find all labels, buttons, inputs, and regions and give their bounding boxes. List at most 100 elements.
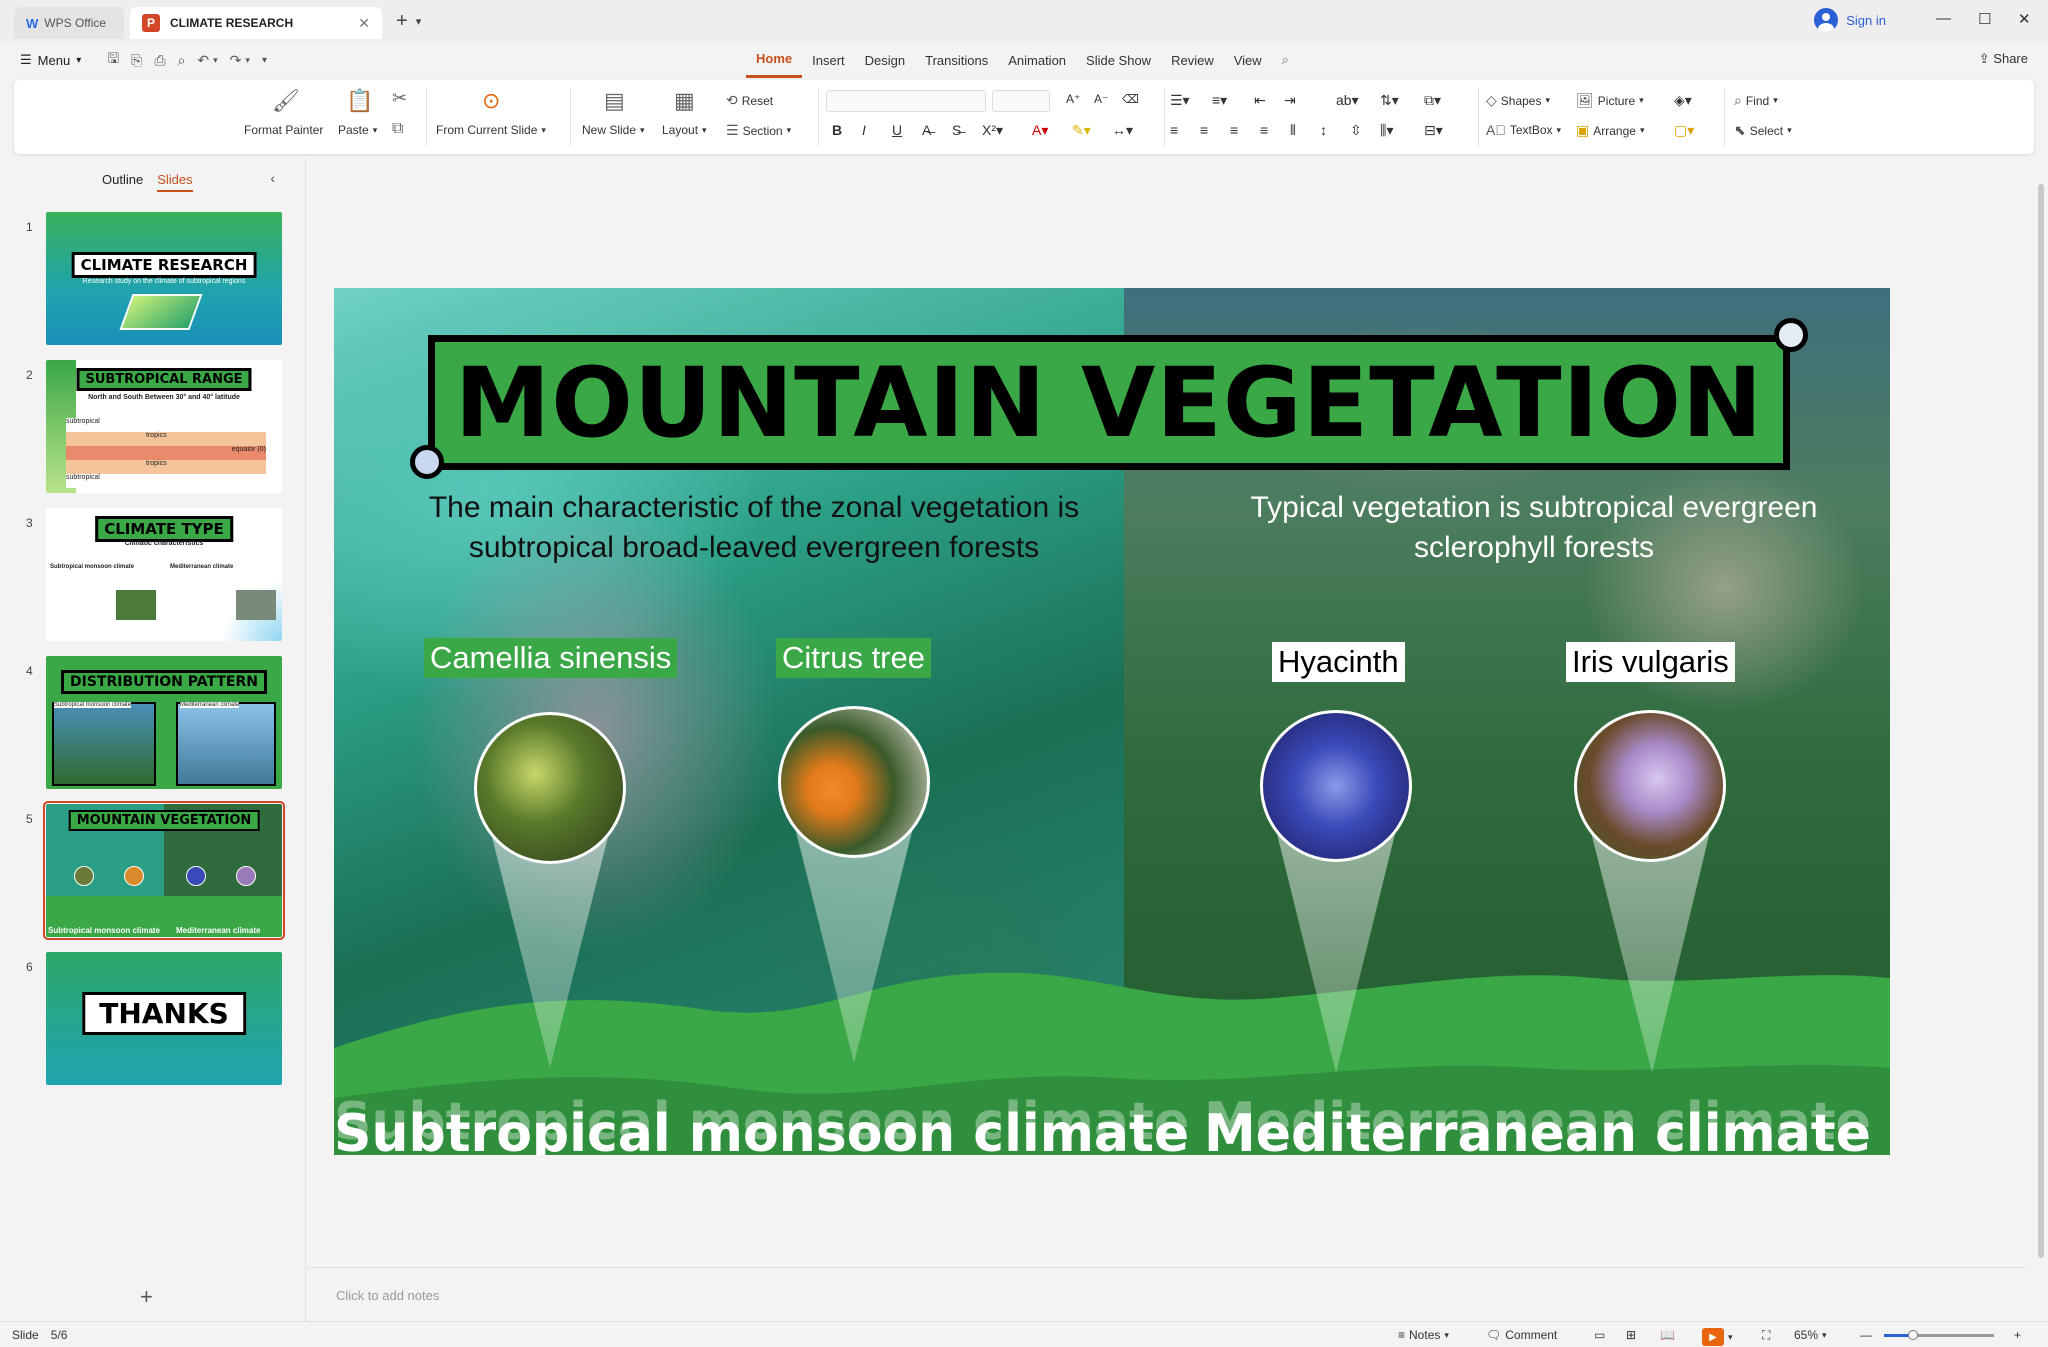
bullets-icon[interactable]: ☰▾	[1170, 92, 1190, 109]
wps-office-tab[interactable]: W WPS Office	[14, 7, 124, 39]
slide-thumbnail-5[interactable]: MOUNTAIN VEGETATION Subtropical monsoon …	[43, 801, 285, 940]
tab-design[interactable]: Design	[855, 42, 915, 78]
iris-photo[interactable]	[1574, 710, 1726, 862]
sign-in-button[interactable]: Sign in	[1814, 8, 1886, 32]
redo-icon[interactable]: ↷	[230, 52, 242, 69]
numbering-icon[interactable]: ≡▾	[1212, 92, 1227, 109]
outline-color-icon[interactable]: ▢▾	[1674, 122, 1694, 139]
cut-icon[interactable]: ✂	[392, 88, 407, 109]
tab-animation[interactable]: Animation	[998, 42, 1076, 78]
slide-thumbnail-4[interactable]: DISTRIBUTION PATTERN Subtropical monsoon…	[46, 656, 282, 789]
paragraph-spacing-icon[interactable]: ⇳	[1350, 122, 1362, 139]
redo-chevron-icon[interactable]: ▾	[245, 55, 250, 66]
tab-outline[interactable]: Outline	[102, 172, 143, 192]
shadow-text-icon[interactable]: S̶	[952, 122, 961, 138]
paste-icon[interactable]: 📋	[346, 88, 373, 114]
vertical-scrollbar[interactable]	[2034, 158, 2048, 1321]
slide-title-box[interactable]: MOUNTAIN VEGETATION	[428, 335, 1790, 470]
plant-label-citrus[interactable]: Citrus tree	[776, 638, 931, 678]
customize-toolbar-chevron-icon[interactable]: ▾	[262, 55, 267, 66]
print-icon[interactable]: ⎙	[154, 52, 165, 69]
collapse-panel-chevron-icon[interactable]: ‹	[270, 170, 275, 186]
decrease-indent-icon[interactable]: ⇤	[1254, 92, 1266, 109]
search-icon[interactable]: ⌕	[1272, 42, 1299, 78]
character-spacing-icon[interactable]: ↔▾	[1112, 122, 1133, 139]
play-slideshow-button[interactable]: ▶ ▾	[1702, 1328, 1733, 1346]
tab-slide-show[interactable]: Slide Show	[1076, 42, 1161, 78]
tab-list-chevron-down-icon[interactable]: ▾	[416, 15, 422, 28]
normal-view-icon[interactable]: ▭	[1594, 1328, 1605, 1342]
close-tab-icon[interactable]: ✕	[358, 15, 370, 32]
slide-sorter-icon[interactable]: ⊞	[1626, 1328, 1636, 1342]
plant-label-camellia[interactable]: Camellia sinensis	[424, 638, 678, 678]
reading-view-icon[interactable]: 📖	[1660, 1328, 1675, 1342]
sort-icon[interactable]: ⇅▾	[1380, 92, 1399, 109]
zoom-level-select[interactable]: 65% ▾	[1794, 1328, 1827, 1342]
tab-view[interactable]: View	[1224, 42, 1272, 78]
textbox-button[interactable]: A⃞ TextBox ▾	[1486, 122, 1561, 138]
print-preview-icon[interactable]: ⌕	[178, 52, 186, 69]
distribute-icon[interactable]: ⫴	[1290, 122, 1296, 139]
undo-chevron-icon[interactable]: ▾	[213, 55, 218, 66]
plant-label-hyacinth[interactable]: Hyacinth	[1272, 642, 1405, 682]
format-painter-button[interactable]: Format Painter	[244, 123, 323, 137]
convert-to-smartart-icon[interactable]: ⧉▾	[1424, 92, 1441, 109]
tab-insert[interactable]: Insert	[802, 42, 855, 78]
share-button[interactable]: ⇪ Share	[1979, 51, 2028, 67]
zoom-out-icon[interactable]: —	[1860, 1328, 1872, 1342]
minimize-window-icon[interactable]: —	[1936, 10, 1951, 27]
notes-placeholder[interactable]: Click to add notes	[336, 1288, 439, 1303]
right-climate-label[interactable]: Mediterranean climate	[1204, 1104, 1871, 1155]
slide-thumbnail-2[interactable]: SUBTROPICAL RANGE North and South Betwee…	[46, 360, 282, 493]
fit-to-window-icon[interactable]: ⛶	[1762, 1328, 1770, 1343]
paste-button[interactable]: Paste ▾	[338, 123, 377, 137]
new-slide-icon[interactable]: ▤	[604, 88, 625, 114]
justify-icon[interactable]: ≡	[1260, 122, 1268, 138]
select-button[interactable]: ⬉ Select ▾	[1734, 122, 1792, 139]
align-center-icon[interactable]: ≡	[1200, 122, 1208, 138]
clear-formatting-icon[interactable]: ⌫	[1122, 92, 1139, 106]
scrollbar-thumb[interactable]	[2038, 184, 2044, 1258]
highlight-icon[interactable]: ✎▾	[1072, 122, 1091, 139]
right-subtitle[interactable]: Typical vegetation is subtropical evergr…	[1214, 488, 1854, 568]
from-current-slide-button[interactable]: From Current Slide ▾	[436, 123, 546, 137]
columns-icon[interactable]: ⫼▾	[1380, 122, 1393, 139]
maximize-window-icon[interactable]: ☐	[1978, 10, 1991, 28]
shapes-button[interactable]: ◇ Shapes ▾	[1486, 92, 1550, 109]
camellia-photo[interactable]	[474, 712, 626, 864]
arrange-button[interactable]: ▣ Arrange ▾	[1576, 122, 1644, 139]
tab-review[interactable]: Review	[1161, 42, 1224, 78]
citrus-photo[interactable]	[778, 706, 930, 858]
current-slide[interactable]: MOUNTAIN VEGETATION The main characteris…	[334, 288, 1890, 1155]
save-icon[interactable]: 🖫	[107, 48, 119, 72]
superscript-icon[interactable]: X²▾	[982, 122, 1003, 139]
new-tab-plus-icon[interactable]: +	[396, 10, 408, 33]
export-pdf-icon[interactable]: ⎘	[131, 52, 142, 69]
strikethrough-icon[interactable]: A̶	[922, 122, 931, 138]
comment-button[interactable]: 🗨 Comment	[1486, 1328, 1557, 1342]
text-direction-icon[interactable]: ab▾	[1336, 92, 1359, 109]
undo-icon[interactable]: ↶	[197, 52, 209, 69]
copy-icon[interactable]: ⧉	[392, 120, 403, 138]
hyacinth-photo[interactable]	[1260, 710, 1412, 862]
section-button[interactable]: ☰ Section ▾	[726, 122, 791, 139]
align-left-icon[interactable]: ≡	[1170, 122, 1178, 138]
slide-thumbnail-6[interactable]: THANKS	[46, 952, 282, 1085]
tab-home[interactable]: Home	[746, 42, 803, 78]
left-subtitle[interactable]: The main characteristic of the zonal veg…	[394, 488, 1114, 568]
zoom-slider[interactable]	[1884, 1330, 1994, 1340]
tab-transitions[interactable]: Transitions	[915, 42, 998, 78]
tab-slides[interactable]: Slides	[157, 172, 193, 192]
font-family-select[interactable]	[826, 90, 986, 112]
find-button[interactable]: ⌕ Find ▾	[1734, 92, 1778, 109]
close-window-icon[interactable]: ✕	[2018, 10, 2031, 28]
layout-button[interactable]: Layout ▾	[662, 123, 707, 137]
italic-icon[interactable]: I	[862, 122, 866, 138]
add-slide-plus-icon[interactable]: +	[140, 1284, 153, 1310]
new-slide-button[interactable]: New Slide ▾	[582, 123, 645, 137]
zoom-slider-knob[interactable]	[1908, 1330, 1918, 1340]
line-spacing-icon[interactable]: ↕	[1320, 122, 1327, 138]
increase-font-size-icon[interactable]: A⁺	[1066, 92, 1080, 106]
align-right-icon[interactable]: ≡	[1230, 122, 1238, 138]
underline-icon[interactable]: U	[892, 122, 902, 138]
